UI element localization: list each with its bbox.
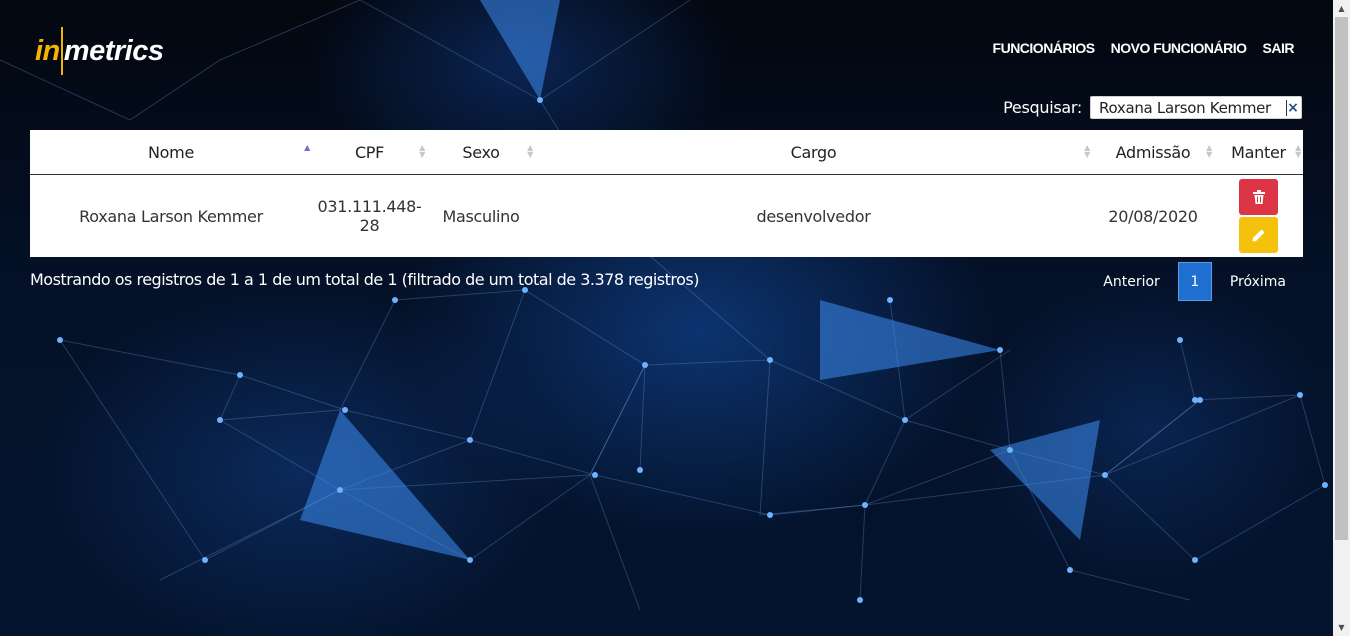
sort-icon: ▲ ▼ — [527, 143, 533, 159]
search-label: Pesquisar: — [1003, 98, 1082, 117]
column-header-label: Cargo — [790, 142, 837, 162]
cell-actions — [1214, 175, 1303, 258]
pencil-icon — [1252, 229, 1265, 241]
column-header-label: Sexo — [462, 142, 500, 162]
delete-button[interactable] — [1239, 179, 1278, 215]
sort-icon: ▲ ▼ — [419, 143, 425, 159]
cell-cargo: desenvolvedor — [756, 206, 871, 226]
trash-icon — [1252, 190, 1265, 204]
search-area: Pesquisar: × — [1003, 96, 1302, 119]
table-info-text: Mostrando os registros de 1 a 1 de um to… — [30, 270, 700, 289]
column-header-label: Manter — [1231, 142, 1286, 162]
logo-divider — [60, 27, 63, 75]
search-input[interactable] — [1091, 97, 1295, 118]
nav-sair-link[interactable]: SAIR — [1263, 40, 1295, 56]
logo-metrics-text: metrics — [63, 34, 164, 67]
table-row: Roxana Larson Kemmer 031.111.448-28 Masc… — [30, 175, 1303, 258]
sort-ascending-icon: ▲ — [304, 143, 310, 152]
top-navigation: FUNCIONÁRIOS NOVO FUNCIONÁRIO SAIR — [993, 40, 1295, 56]
nav-novo-funcionario-link[interactable]: NOVO FUNCIONÁRIO — [1111, 40, 1247, 56]
clear-search-icon[interactable]: × — [1286, 100, 1299, 116]
pagination: Anterior 1 Próxima — [1087, 262, 1302, 301]
column-header-manter[interactable]: Manter ▲ ▼ — [1214, 130, 1303, 175]
sort-icon: ▲ ▼ — [1206, 143, 1212, 159]
previous-page-button[interactable]: Anterior — [1087, 274, 1176, 290]
column-header-cpf[interactable]: CPF ▲ ▼ — [312, 130, 427, 175]
column-header-admissao[interactable]: Admissão ▲ ▼ — [1092, 130, 1214, 175]
employees-table: Nome ▲ CPF ▲ ▼ Sexo ▲ ▼ Cargo ▲ ▼ Admissão — [30, 130, 1303, 257]
sort-icon: ▲ ▼ — [1295, 143, 1301, 159]
column-header-label: Admissão — [1115, 142, 1191, 162]
logo-in-text: in — [35, 34, 60, 67]
column-header-cargo[interactable]: Cargo ▲ ▼ — [535, 130, 1092, 175]
vertical-scrollbar[interactable]: ▲ ▼ — [1333, 0, 1350, 636]
column-header-label: CPF — [354, 142, 385, 162]
cell-admissao: 20/08/2020 — [1108, 206, 1198, 226]
scrollbar-thumb[interactable] — [1335, 17, 1348, 540]
cell-cpf: 031.111.448-28 — [317, 197, 422, 235]
nav-funcionarios-link[interactable]: FUNCIONÁRIOS — [993, 40, 1096, 56]
next-page-button[interactable]: Próxima — [1214, 274, 1302, 290]
sort-icon: ▲ ▼ — [1084, 143, 1090, 159]
inmetrics-logo[interactable]: in metrics — [35, 27, 164, 75]
column-header-sexo[interactable]: Sexo ▲ ▼ — [427, 130, 535, 175]
column-header-nome[interactable]: Nome ▲ — [30, 130, 312, 175]
cell-nome: Roxana Larson Kemmer — [79, 206, 263, 226]
search-box[interactable]: × — [1090, 96, 1302, 119]
scroll-up-arrow-icon[interactable]: ▲ — [1333, 0, 1350, 17]
table-header-row: Nome ▲ CPF ▲ ▼ Sexo ▲ ▼ Cargo ▲ ▼ Admissão — [30, 130, 1303, 175]
cell-sexo: Masculino — [442, 206, 520, 226]
page-1-button[interactable]: 1 — [1177, 262, 1212, 301]
scroll-down-arrow-icon[interactable]: ▼ — [1333, 619, 1350, 636]
column-header-label: Nome — [148, 142, 194, 162]
edit-button[interactable] — [1239, 217, 1278, 253]
